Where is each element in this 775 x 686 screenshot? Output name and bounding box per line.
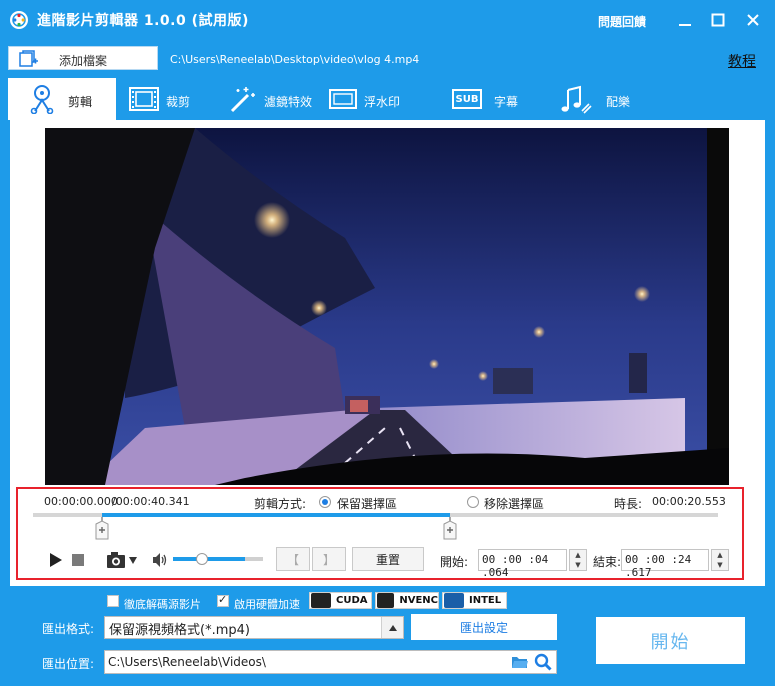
video-frame bbox=[45, 128, 729, 485]
tab-filters[interactable]: 濾鏡特效 bbox=[216, 78, 326, 120]
thorough-decode-label: 徹底解碼源影片 bbox=[124, 598, 201, 611]
nvenc-badge: NVENC bbox=[375, 592, 439, 609]
minimize-button[interactable] bbox=[672, 8, 698, 32]
volume-button[interactable] bbox=[151, 551, 169, 569]
tab-edit-label: 剪輯 bbox=[68, 95, 93, 109]
tab-crop[interactable]: 裁剪 bbox=[116, 78, 216, 120]
speaker-icon bbox=[153, 553, 167, 567]
maximize-button[interactable] bbox=[705, 8, 731, 32]
add-file-icon bbox=[19, 50, 38, 67]
start-time-input[interactable]: 00 :00 :04 .064 bbox=[478, 549, 567, 579]
set-start-button[interactable]: 【 bbox=[276, 547, 310, 571]
start-time-label: 開始: bbox=[440, 555, 469, 569]
browse-folder-button[interactable] bbox=[510, 653, 530, 671]
minimize-icon bbox=[679, 24, 691, 26]
feedback-link[interactable]: 問題回饋 bbox=[598, 13, 646, 30]
export-location-label: 匯出位置: bbox=[42, 657, 95, 671]
timeline-selection bbox=[102, 513, 451, 517]
current-file-path: C:\Users\Reneelab\Desktop\video\vlog 4.m… bbox=[170, 53, 420, 66]
search-icon bbox=[534, 653, 552, 671]
watermark-frame-icon bbox=[329, 89, 357, 109]
caret-up-icon bbox=[388, 624, 397, 631]
tab-music[interactable]: 配樂 bbox=[540, 78, 650, 120]
nvidia-logo-icon bbox=[311, 593, 331, 608]
format-dropdown-button[interactable] bbox=[381, 617, 403, 638]
cuda-label: CUDA bbox=[336, 595, 368, 606]
play-icon bbox=[50, 553, 62, 567]
music-note-icon bbox=[561, 85, 592, 114]
end-time-stepper[interactable]: ▲ ▼ bbox=[711, 549, 729, 571]
stop-button[interactable] bbox=[70, 552, 86, 568]
start-marker-handle[interactable] bbox=[94, 517, 110, 541]
end-time-label: 結束: bbox=[593, 555, 622, 569]
intel-logo-icon bbox=[444, 593, 464, 608]
close-icon bbox=[747, 14, 759, 26]
video-preview[interactable] bbox=[45, 128, 729, 485]
nvidia-logo-icon bbox=[377, 593, 395, 608]
stop-icon bbox=[72, 554, 84, 566]
remove-selection-radio[interactable] bbox=[467, 496, 479, 508]
start-time-stepper[interactable]: ▲ ▼ bbox=[569, 549, 587, 571]
thorough-decode-checkbox[interactable] bbox=[107, 595, 119, 607]
feature-tabs: 剪輯 裁剪 濾鏡特效 浮水印 SUB 字幕 配樂 bbox=[0, 78, 775, 120]
start-export-button[interactable]: 開始 bbox=[596, 617, 745, 664]
app-logo-icon bbox=[10, 11, 28, 29]
chevron-down-icon bbox=[129, 557, 137, 564]
set-end-button[interactable]: 】 bbox=[312, 547, 346, 571]
folder-icon bbox=[512, 657, 528, 668]
hw-accel-checkbox[interactable] bbox=[217, 593, 229, 607]
scissors-film-icon bbox=[30, 85, 54, 114]
camera-icon bbox=[107, 552, 125, 568]
magic-wand-icon bbox=[230, 87, 255, 113]
maximize-icon bbox=[711, 13, 725, 27]
play-button[interactable] bbox=[46, 551, 66, 569]
tab-subtitles-label: 字幕 bbox=[494, 95, 519, 109]
end-marker-handle[interactable] bbox=[442, 517, 458, 541]
tab-music-label: 配樂 bbox=[606, 95, 631, 109]
keep-selection-radio[interactable] bbox=[319, 496, 331, 508]
title-bar: 進階影片剪輯器 1.0.0 (試用版) 問題回饋 bbox=[0, 0, 775, 40]
tab-crop-label: 裁剪 bbox=[166, 95, 191, 109]
tab-watermark-label: 浮水印 bbox=[364, 95, 401, 109]
cuda-badge: CUDA bbox=[309, 592, 372, 609]
reset-button[interactable]: 重置 bbox=[352, 547, 424, 571]
intel-label: INTEL bbox=[469, 595, 502, 606]
add-file-label: 添加檔案 bbox=[59, 54, 108, 68]
current-time: 00:00:00.000 bbox=[44, 495, 118, 508]
open-folder-search-button[interactable] bbox=[533, 652, 553, 672]
tutorial-link[interactable]: 教程 bbox=[728, 51, 756, 71]
total-time: /00:00:40.341 bbox=[112, 495, 190, 508]
trim-mode-label: 剪輯方式: bbox=[254, 497, 307, 511]
tab-edit[interactable]: 剪輯 bbox=[8, 78, 116, 120]
sub-icon: SUB bbox=[452, 89, 482, 109]
export-format-select[interactable]: 保留源視頻格式(*.mp4) bbox=[104, 616, 404, 639]
export-format-label: 匯出格式: bbox=[42, 622, 95, 636]
end-time-input[interactable]: 00 :00 :24 .617 bbox=[621, 549, 709, 579]
volume-slider-knob[interactable] bbox=[196, 553, 208, 565]
remove-selection-label: 移除選擇區 bbox=[484, 497, 545, 511]
nvenc-label: NVENC bbox=[399, 595, 438, 606]
volume-slider-fill bbox=[173, 557, 245, 561]
tab-subtitles[interactable]: SUB 字幕 bbox=[430, 78, 540, 120]
export-settings-button[interactable]: 匯出設定 bbox=[411, 614, 557, 640]
film-strip-icon bbox=[129, 87, 159, 111]
duration-label: 時長: bbox=[614, 497, 643, 511]
keep-selection-label: 保留選擇區 bbox=[337, 497, 398, 511]
app-title: 進階影片剪輯器 1.0.0 (試用版) bbox=[37, 13, 249, 29]
tab-filters-label: 濾鏡特效 bbox=[264, 95, 313, 109]
tab-watermark[interactable]: 浮水印 bbox=[326, 78, 430, 120]
close-button[interactable] bbox=[740, 8, 766, 32]
intel-badge: INTEL bbox=[442, 592, 507, 609]
duration-value: 00:00:20.553 bbox=[652, 495, 726, 508]
export-location-input[interactable]: C:\Users\Reneelab\Videos\ bbox=[104, 650, 557, 674]
add-file-button[interactable]: 添加檔案 bbox=[8, 46, 158, 70]
snapshot-button[interactable] bbox=[102, 550, 142, 570]
hw-accel-label: 啟用硬體加速 bbox=[234, 598, 300, 611]
